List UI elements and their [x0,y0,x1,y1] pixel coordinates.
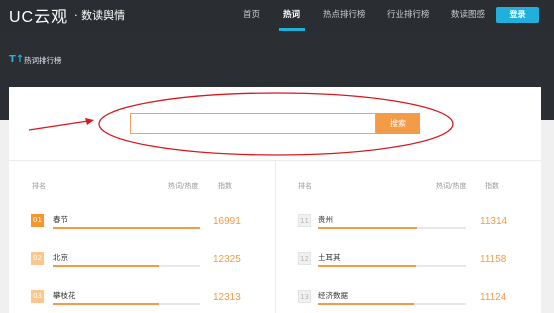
keyword-link[interactable]: 贵州 [318,214,333,225]
heat-bar [318,303,466,305]
heat-bar [318,227,466,229]
rank-badge: 13 [298,290,311,303]
search-button[interactable]: 搜索 [376,113,420,134]
trending-icon: T↑ [9,54,25,65]
keyword-link[interactable]: 土耳其 [318,252,341,263]
heat-bar-fill [318,303,415,305]
heat-bar-fill [53,265,159,267]
heat-bar-fill [53,303,159,305]
logo-subtitle: · 数读舆情 [74,9,126,22]
rank-badge: 12 [298,252,311,265]
index-value: 12313 [213,292,241,303]
keyword-link[interactable]: 经济数据 [318,290,348,301]
rank-badge: 03 [31,290,44,303]
logo-mark: UC云观 [9,9,69,26]
left-header-heat: 热词/热度 [168,182,199,190]
site-logo[interactable]: UC云观 · 数读舆情 [9,5,126,26]
index-value: 11124 [480,292,507,303]
right-header-rank: 排名 [298,182,312,190]
heat-bar [53,303,200,305]
index-value: 11314 [480,216,508,227]
page-title: 热词排行榜 [24,56,62,65]
nav-hot-words[interactable]: 热词 [283,0,300,31]
keyword-link[interactable]: 北京 [53,252,68,263]
right-header-index: 指数 [485,182,499,190]
left-header-rank: 排名 [32,182,46,190]
rank-badge: 02 [31,252,44,265]
index-value: 12325 [213,254,241,265]
top-nav-bar: UC云观 · 数读舆情 首页 热词 热点排行榜 行业排行榜 数读图感 登录 [0,0,554,31]
rank-badge: 11 [298,214,311,227]
heat-bar-fill [53,227,200,229]
table-divider-vertical [275,160,276,313]
rank-badge: 01 [31,214,44,227]
nav-data-graphics[interactable]: 数读图感 [451,0,485,31]
search-input[interactable] [130,113,376,134]
nav-home[interactable]: 首页 [243,0,260,31]
index-value: 11158 [480,254,507,265]
login-button[interactable]: 登录 [496,7,539,23]
heat-bar [53,265,200,267]
nav-hot-ranking[interactable]: 热点排行榜 [323,0,366,31]
right-header-heat: 热词/热度 [436,182,467,190]
left-header-index: 指数 [218,182,232,190]
heat-bar-fill [318,265,416,267]
heat-bar [53,227,200,229]
heat-bar [318,265,466,267]
heat-bar-fill [318,227,418,229]
keyword-link[interactable]: 攀枝花 [53,290,76,301]
index-value: 16991 [213,216,241,227]
keyword-link[interactable]: 春节 [53,214,68,225]
nav-industry-ranking[interactable]: 行业排行榜 [387,0,430,31]
